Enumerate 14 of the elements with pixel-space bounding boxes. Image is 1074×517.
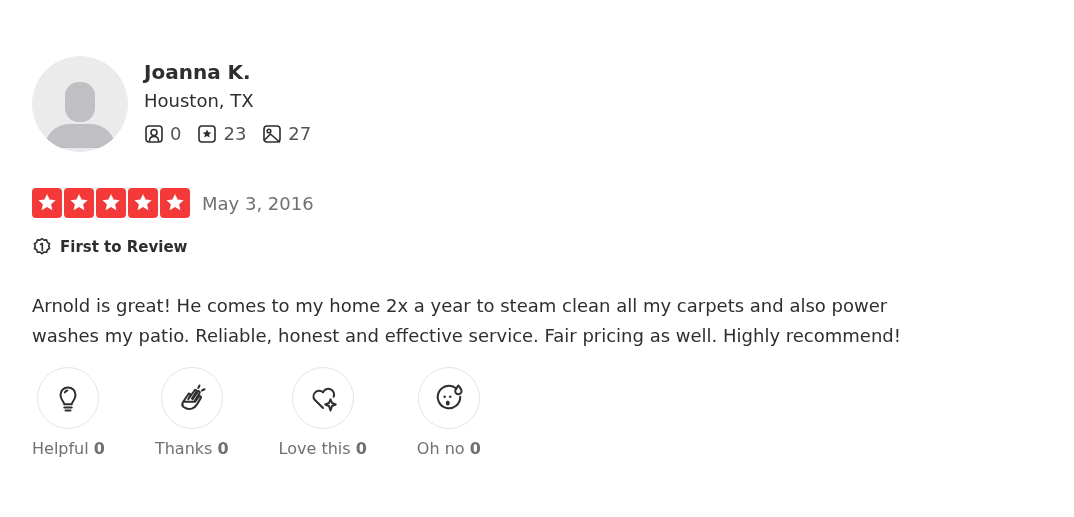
- friends-icon: [144, 123, 164, 144]
- reaction-label: Oh no 0: [416, 437, 481, 460]
- review-date: May 3, 2016: [202, 191, 314, 216]
- reaction-label: Helpful 0: [32, 437, 105, 460]
- reviewer-name[interactable]: Joanna K.: [144, 58, 312, 86]
- review-text: Arnold is great! He comes to my home 2x a year to steam clean all my carpets and also power washes my patio. Reliable, honest and effective service. Fair pricing as well. Highly recommend!: [32, 293, 902, 348]
- image-icon: [262, 123, 283, 144]
- reaction-label: Love this 0: [278, 437, 367, 460]
- reaction-label: Thanks 0: [154, 437, 229, 460]
- badge-label: First to Review: [60, 237, 188, 258]
- stat-count: 0: [170, 122, 182, 146]
- reviewer-location: Houston, TX: [144, 89, 255, 113]
- stat-count: 27: [288, 122, 312, 146]
- stat-count: 23: [223, 122, 247, 146]
